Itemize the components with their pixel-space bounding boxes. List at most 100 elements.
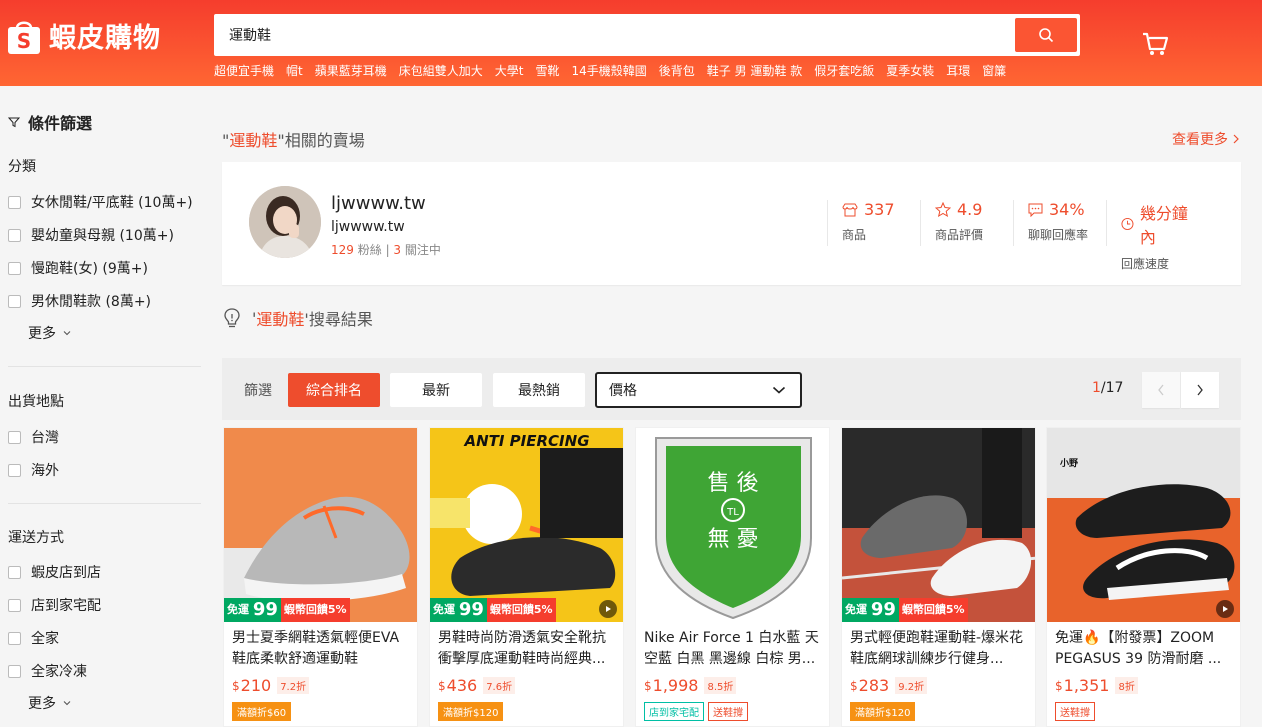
checkbox[interactable]: [8, 631, 21, 645]
shipping-option[interactable]: 店到家宅配: [8, 595, 101, 615]
product-card[interactable]: 免運 99 蝦幣回饋5% 男士夏季網鞋透氣輕便EVA鞋底柔軟舒適運動鞋 $210…: [223, 427, 418, 727]
currency-symbol: $: [438, 678, 446, 693]
shopee-logo[interactable]: S 蝦皮購物: [7, 16, 161, 55]
shipping-more-button[interactable]: 更多: [28, 693, 72, 713]
price-value: 1,998: [652, 676, 699, 695]
product-image[interactable]: ANTI PIERCING: [430, 428, 623, 622]
play-video-icon[interactable]: [599, 600, 617, 618]
location-option[interactable]: 台灣: [8, 427, 59, 447]
category-option[interactable]: 男休閒鞋款 (8萬+): [8, 291, 151, 311]
product-title[interactable]: 免運🔥【附發票】ZOOM PEGASUS 39 防滑耐磨 ...: [1055, 628, 1233, 670]
product-title[interactable]: Nike Air Force 1 白水藍 天空藍 白黑 黑邊線 白棕 男...: [644, 628, 822, 670]
product-image[interactable]: [224, 428, 417, 622]
promo-number: 99: [252, 599, 278, 620]
shop-icon: [842, 203, 858, 216]
product-image[interactable]: 售 後 TL 無 憂: [636, 428, 829, 622]
product-image[interactable]: 小野: [1047, 428, 1240, 622]
currency-symbol: $: [644, 678, 652, 693]
followers-label: 粉絲: [357, 243, 382, 257]
shipping-option[interactable]: 全家: [8, 628, 59, 648]
search-button[interactable]: [1015, 18, 1077, 52]
search-hint[interactable]: 後背包: [659, 62, 695, 79]
checkbox[interactable]: [8, 430, 21, 444]
product-card[interactable]: 小野 免運🔥【附發票】ZOOM PEGASUS 39 防滑耐磨 ... $1,3…: [1046, 427, 1241, 727]
sort-bar: 篩選 綜合排名 最新 最熱銷 價格 1/17: [222, 358, 1241, 420]
sort-top-sales-button[interactable]: 最熱銷: [493, 373, 585, 407]
page-current: 1: [1092, 380, 1101, 396]
see-more-link[interactable]: 查看更多: [1172, 129, 1240, 149]
result-suffix: '搜尋結果: [304, 310, 373, 329]
search-hint[interactable]: 14手機殼韓國: [572, 62, 647, 79]
category-option[interactable]: 女休閒鞋/平底鞋 (10萬+): [8, 192, 193, 212]
shop-card[interactable]: ljwwww.tw ljwwww.tw 129 粉絲 | 3 關注中 337 商…: [222, 162, 1241, 285]
next-page-button[interactable]: [1181, 372, 1219, 408]
sort-relevance-button[interactable]: 綜合排名: [288, 373, 380, 407]
location-title: 出貨地點: [8, 394, 64, 410]
shop-name[interactable]: ljwwww.tw: [331, 193, 426, 214]
product-title[interactable]: 男士夏季網鞋透氣輕便EVA鞋底柔軟舒適運動鞋: [232, 628, 410, 670]
search-hint[interactable]: 耳環: [946, 62, 970, 79]
shop-stats: 337 商品 4.9 商品評價 34% 聊聊回應率 幾分鐘內 回應速度: [827, 200, 1199, 271]
category-more-button[interactable]: 更多: [28, 323, 72, 343]
see-more-label: 查看更多: [1172, 132, 1228, 148]
product-image[interactable]: [842, 428, 1035, 622]
checkbox[interactable]: [8, 664, 21, 678]
logo-text: 蝦皮購物: [49, 23, 161, 54]
search-input[interactable]: [217, 18, 1015, 52]
sort-latest-button[interactable]: 最新: [390, 373, 482, 407]
more-label: 更多: [28, 696, 56, 712]
prev-page-button[interactable]: [1142, 372, 1180, 408]
page-total: /17: [1100, 380, 1124, 396]
chevron-right-icon: [1233, 134, 1239, 144]
chevron-right-icon: [1197, 384, 1203, 396]
product-price: $436 7.6折: [438, 676, 516, 695]
category-option[interactable]: 嬰幼童與母親 (10萬+): [8, 225, 174, 245]
discount-badge: 7.2折: [277, 677, 310, 694]
stat-label: 聊聊回應率: [1028, 228, 1089, 242]
search-icon: [1039, 28, 1054, 43]
search-hint[interactable]: 超便宜手機: [214, 62, 274, 79]
checkbox[interactable]: [8, 228, 21, 242]
search-hint[interactable]: 雪靴: [535, 62, 559, 79]
product-card[interactable]: 售 後 TL 無 憂 Nike Air Force 1 白水藍 天空藍 白黑 黑…: [635, 427, 830, 727]
location-option[interactable]: 海外: [8, 460, 59, 480]
image-caption: 售 後: [708, 471, 759, 496]
stat-label: 回應速度: [1121, 257, 1170, 271]
shipping-option[interactable]: 蝦皮店到店: [8, 562, 101, 582]
search-hint[interactable]: 假牙套吃飯: [814, 62, 874, 79]
currency-symbol: $: [232, 678, 240, 693]
checkbox[interactable]: [8, 463, 21, 477]
product-title[interactable]: 男式輕便跑鞋運動鞋-爆米花鞋底網球訓練步行健身...: [850, 628, 1028, 670]
currency-symbol: $: [1055, 678, 1063, 693]
separator: |: [381, 243, 394, 257]
search-hint[interactable]: 大學t: [495, 62, 524, 79]
checkbox[interactable]: [8, 565, 21, 579]
search-hint[interactable]: 床包組雙人加大: [399, 62, 483, 79]
product-card[interactable]: ANTI PIERCING 免運 99 蝦幣回饋5% 男鞋時尚防滑透氣安全靴抗衝…: [429, 427, 624, 727]
checkbox[interactable]: [8, 195, 21, 209]
cart-icon[interactable]: [1140, 28, 1172, 60]
search-hint[interactable]: 鞋子 男 運動鞋 款: [707, 62, 802, 79]
divider: [8, 366, 201, 367]
price-sort-select[interactable]: 價格: [595, 372, 802, 408]
lightbulb-icon: [224, 308, 240, 328]
search-hint[interactable]: 夏季女裝: [886, 62, 934, 79]
checkbox[interactable]: [8, 598, 21, 612]
stat-rating: 4.9 商品評價: [920, 200, 1013, 246]
following-count: 3: [393, 243, 402, 257]
shipping-option[interactable]: 全家冷凍: [8, 661, 87, 681]
search-hint[interactable]: 窗簾: [982, 62, 1006, 79]
location-option-label: 台灣: [31, 430, 59, 446]
search-hint[interactable]: 帽t: [286, 62, 303, 79]
product-card[interactable]: 免運 99 蝦幣回饋5% 男式輕便跑鞋運動鞋-爆米花鞋底網球訓練步行健身... …: [841, 427, 1036, 727]
category-option[interactable]: 慢跑鞋(女) (9萬+): [8, 258, 148, 278]
currency-symbol: $: [850, 678, 858, 693]
play-video-icon[interactable]: [1216, 600, 1234, 618]
checkbox[interactable]: [8, 294, 21, 308]
search-hint[interactable]: 蘋果藍芽耳機: [315, 62, 387, 79]
product-title[interactable]: 男鞋時尚防滑透氣安全靴抗衝擊厚底運動鞋時尚經典...: [438, 628, 616, 670]
shop-avatar[interactable]: [249, 186, 321, 258]
price-value: 436: [446, 676, 478, 695]
checkbox[interactable]: [8, 261, 21, 275]
stat-value: 4.9: [957, 200, 983, 219]
